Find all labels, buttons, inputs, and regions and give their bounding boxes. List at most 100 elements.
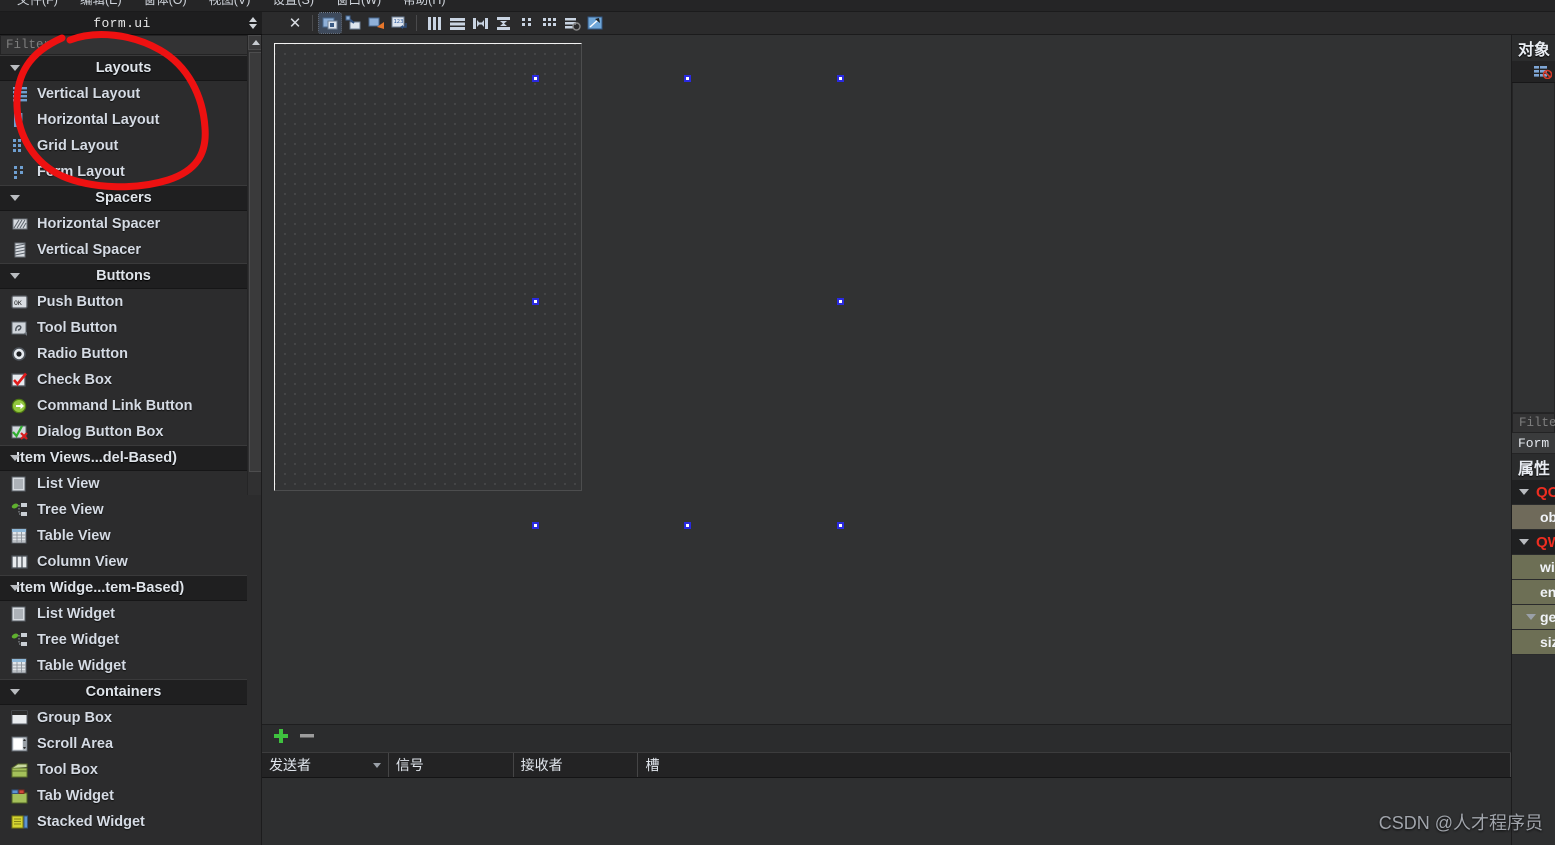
widget-item-list-view[interactable]: List View: [0, 471, 247, 497]
resize-handle-top-center[interactable]: [684, 75, 691, 82]
add-connection-button[interactable]: [273, 728, 289, 749]
form-canvas[interactable]: [262, 35, 1511, 724]
signal-slot-column-header-0[interactable]: 发送者: [262, 753, 389, 777]
resize-handle-middle-left[interactable]: [532, 298, 539, 305]
widget-item-tree-widget[interactable]: Tree Widget: [0, 627, 247, 653]
property-row-geometry[interactable]: geometry: [1512, 605, 1555, 630]
widget-item-grid-layout[interactable]: Grid Layout: [0, 133, 247, 159]
property-filter-input[interactable]: Filter: [1512, 413, 1555, 433]
property-row-enabled[interactable]: enabled: [1512, 580, 1555, 605]
edit-buddies-icon: [368, 17, 384, 29]
menu-item-1[interactable]: 编辑(E): [69, 0, 133, 11]
chevron-down-icon[interactable]: [1519, 489, 1529, 495]
chevron-down-icon[interactable]: [1526, 614, 1536, 620]
property-row-sizepolicy[interactable]: sizePolicy: [1512, 630, 1555, 655]
widget-item-horizontal-layout[interactable]: Horizontal Layout: [0, 107, 247, 133]
widget-item-tab-widget[interactable]: Tab Widget: [0, 783, 247, 809]
menu-item-2[interactable]: 窗体(O): [133, 0, 198, 11]
widget-item-radio-button[interactable]: Radio Button: [0, 341, 247, 367]
scroll-up-button[interactable]: [248, 35, 261, 50]
radio-button-icon: [11, 346, 29, 362]
resize-handle-bottom-right[interactable]: [837, 522, 844, 529]
property-rows[interactable]: QObject objectName QWidget windowTitle enabl…: [1512, 480, 1555, 655]
widget-item-push-button[interactable]: OK Push Button: [0, 289, 247, 315]
spinner-down-icon[interactable]: [249, 24, 257, 29]
menu-item-4[interactable]: 设置(S): [261, 0, 325, 11]
close-form-button[interactable]: ✕: [284, 13, 306, 33]
layout-horizontally-button[interactable]: [423, 13, 445, 33]
widget-group-header-2[interactable]: Buttons: [0, 263, 247, 289]
property-row-windowtitle[interactable]: windowTitle: [1512, 555, 1555, 580]
layout-splitter-vertical-button[interactable]: [492, 13, 514, 33]
horizontal-spacer-icon: [11, 216, 29, 232]
widget-box-list[interactable]: Layouts Vertical Layout Horizontal Layout G…: [0, 55, 247, 835]
resize-handle-top-right[interactable]: [837, 75, 844, 82]
property-row-qwidget[interactable]: QWidget: [1512, 530, 1555, 555]
scrollbar-thumb[interactable]: [249, 52, 261, 472]
widget-group-header-1[interactable]: Spacers: [0, 185, 247, 211]
widget-item-check-box[interactable]: Check Box: [0, 367, 247, 393]
edit-widgets-icon: [322, 17, 337, 30]
widget-item-tree-view[interactable]: Tree View: [0, 497, 247, 523]
form-widget[interactable]: [274, 43, 582, 491]
widget-box-filter[interactable]: Filter: [0, 35, 261, 55]
widget-item-column-view[interactable]: Column View: [0, 549, 247, 575]
signal-slot-table-body[interactable]: [262, 778, 1511, 844]
break-layout-button[interactable]: [561, 13, 583, 33]
widget-item-tool-button[interactable]: Tool Button: [0, 315, 247, 341]
adjust-size-button[interactable]: [584, 13, 606, 33]
widget-item-dialog-button-box[interactable]: Dialog Button Box: [0, 419, 247, 445]
signal-slot-column-header-1[interactable]: 信号: [389, 753, 514, 777]
break-layout-icon: [564, 17, 581, 31]
resize-handle-bottom-center[interactable]: [684, 522, 691, 529]
widget-item-stacked-widget[interactable]: Stacked Widget: [0, 809, 247, 835]
edit-widgets-button[interactable]: [318, 12, 342, 34]
widget-item-vertical-layout[interactable]: Vertical Layout: [0, 81, 247, 107]
spinner-up-icon[interactable]: [249, 17, 257, 22]
widget-box-scrollbar[interactable]: [247, 35, 261, 495]
resize-handle-middle-right[interactable]: [837, 298, 844, 305]
widget-group-header-0[interactable]: Layouts: [0, 55, 247, 81]
widget-group-header-4[interactable]: Item Widge...tem-Based): [0, 575, 247, 601]
resize-handle-top-left[interactable]: [532, 75, 539, 82]
menu-item-0[interactable]: 文件(F): [6, 0, 69, 11]
menu-item-5[interactable]: 窗口(W): [325, 0, 392, 11]
resize-handle-bottom-left[interactable]: [532, 522, 539, 529]
property-row-qobject[interactable]: QObject: [1512, 480, 1555, 505]
object-inspector-tree[interactable]: [1512, 83, 1555, 413]
widget-item-form-layout[interactable]: Form Layout: [0, 159, 247, 185]
widget-item-label: Tab Widget: [37, 788, 114, 804]
widget-item-table-view[interactable]: Table View: [0, 523, 247, 549]
widget-item-command-link-button[interactable]: Command Link Button: [0, 393, 247, 419]
edit-signals-slots-button[interactable]: [342, 13, 364, 33]
signal-slot-column-header-2[interactable]: 接收者: [514, 753, 639, 777]
form-selector-spinner[interactable]: [244, 12, 262, 35]
layout-vertically-button[interactable]: [446, 13, 468, 33]
edit-tab-order-button[interactable]: 123: [388, 13, 410, 33]
menu-item-3[interactable]: 视图(V): [198, 0, 262, 11]
menu-item-6[interactable]: 帮助(H): [392, 0, 456, 11]
widget-group-title: Spacers: [95, 190, 152, 206]
qt-designer-window: 文件(F) 编辑(E) 窗体(O) 视图(V) 设置(S) 窗口(W) 帮助(H) form…: [0, 0, 1555, 845]
widget-item-horizontal-spacer[interactable]: Horizontal Spacer: [0, 211, 247, 237]
widget-item-scroll-area[interactable]: Scroll Area: [0, 731, 247, 757]
chevron-down-icon: [10, 65, 20, 71]
widget-item-list-widget[interactable]: List Widget: [0, 601, 247, 627]
widget-item-group-box[interactable]: Group Box: [0, 705, 247, 731]
layout-splitter-horizontal-button[interactable]: [469, 13, 491, 33]
widget-item-table-widget[interactable]: Table Widget: [0, 653, 247, 679]
layout-grid-button[interactable]: [538, 13, 560, 33]
chevron-down-icon[interactable]: [1519, 539, 1529, 545]
edit-buddies-button[interactable]: [365, 13, 387, 33]
widget-group-header-3[interactable]: Item Views...del-Based): [0, 445, 247, 471]
scroll-up-icon: [251, 40, 260, 45]
adjust-size-icon: [587, 16, 602, 29]
remove-connection-button[interactable]: [299, 728, 315, 749]
property-row-objectname[interactable]: objectName: [1512, 505, 1555, 530]
widget-item-label: Form Layout: [37, 164, 125, 180]
signal-slot-column-header-3[interactable]: 槽: [638, 753, 1512, 777]
widget-group-header-5[interactable]: Containers: [0, 679, 247, 705]
widget-item-tool-box[interactable]: Tool Box: [0, 757, 247, 783]
layout-form-button[interactable]: [515, 13, 537, 33]
widget-item-vertical-spacer[interactable]: Vertical Spacer: [0, 237, 247, 263]
